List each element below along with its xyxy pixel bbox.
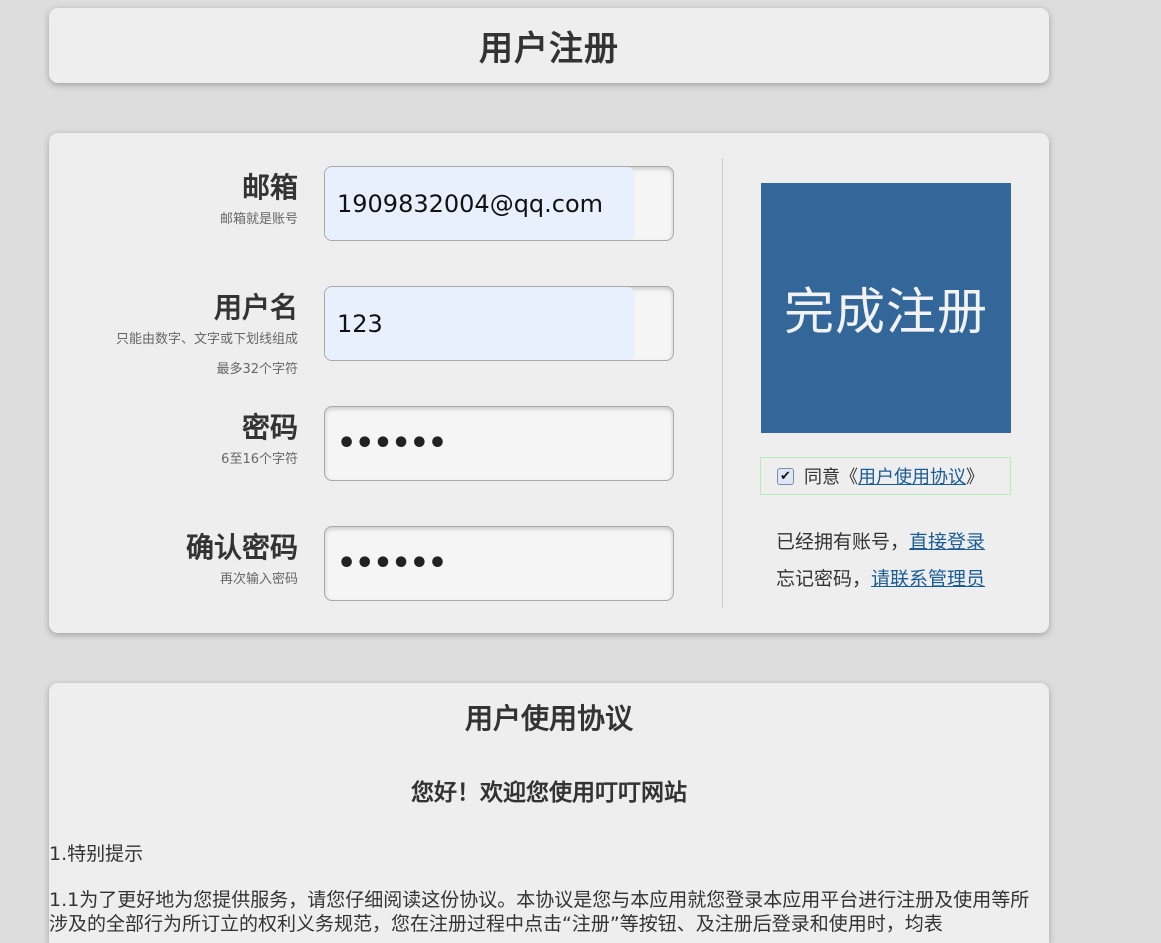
complete-registration-button[interactable]: 完成注册 [761,183,1011,433]
password-hint: 6至16个字符 [221,452,298,467]
agree-terms-row: ✔ 同意《 用户使用协议》 [760,457,1011,495]
vertical-divider [722,158,723,608]
password-label-group: 密码 6至16个字符 [221,411,298,475]
username-value: 123 [337,309,383,338]
username-hint-line2: 最多32个字符 [216,362,298,377]
confirm-password-masked-value: •••••• [337,546,447,581]
agreement-section-1: 1.特别提示 [49,843,144,865]
email-label: 邮箱 [241,171,298,204]
email-value: 1909832004@qq.com [337,189,604,218]
have-account-text: 已经拥有账号， [776,531,910,553]
page-title: 用户注册 [479,29,619,69]
login-prompt: 已经拥有账号，直接登录 [776,527,985,554]
confirm-password-label: 确认密码 [185,531,298,564]
agree-checkbox[interactable]: ✔ [777,467,794,485]
user-agreement-link[interactable]: 用户使用协议 [858,463,966,489]
confirm-password-hint: 再次输入密码 [219,572,298,587]
username-label: 用户名 [213,291,298,324]
username-label-group: 用户名 只能由数字、文字或下划线组成 最多32个字符 [116,291,298,385]
forgot-password-text: 忘记密码， [776,568,872,590]
agree-suffix: 》 [966,467,984,488]
password-field[interactable]: •••••• [324,406,674,481]
email-label-group: 邮箱 邮箱就是账号 [220,171,298,235]
agreement-welcome: 您好！欢迎您使用叮叮网站 [411,780,687,806]
password-label: 密码 [241,411,298,444]
email-field[interactable]: 1909832004@qq.com [324,166,674,241]
confirm-password-label-group: 确认密码 再次输入密码 [186,531,298,595]
agreement-title: 用户使用协议 [464,702,633,735]
email-hint: 邮箱就是账号 [219,212,298,227]
registration-form-panel: 邮箱 邮箱就是账号 1909832004@qq.com 用户名 只能由数字、文字… [49,133,1049,633]
direct-login-link[interactable]: 直接登录 [909,531,985,553]
username-field[interactable]: 123 [324,286,674,361]
forgot-password-prompt: 忘记密码，请联系管理员 [776,564,985,591]
confirm-password-field[interactable]: •••••• [324,526,674,601]
agreement-section-1-1: 1.1为了更好地为您提供服务，请您仔细阅读这份协议。本协议是您与本应用就您登录本… [49,889,1030,935]
agree-prefix: 同意《 [804,467,858,488]
user-agreement-panel: 用户使用协议 您好！欢迎您使用叮叮网站 1.特别提示 1.1为了更好地为您提供服… [49,683,1049,943]
username-hint-line1: 只能由数字、文字或下划线组成 [115,332,298,347]
header-panel: 用户注册 [49,8,1049,83]
contact-admin-link[interactable]: 请联系管理员 [871,568,985,590]
password-masked-value: •••••• [337,426,447,461]
